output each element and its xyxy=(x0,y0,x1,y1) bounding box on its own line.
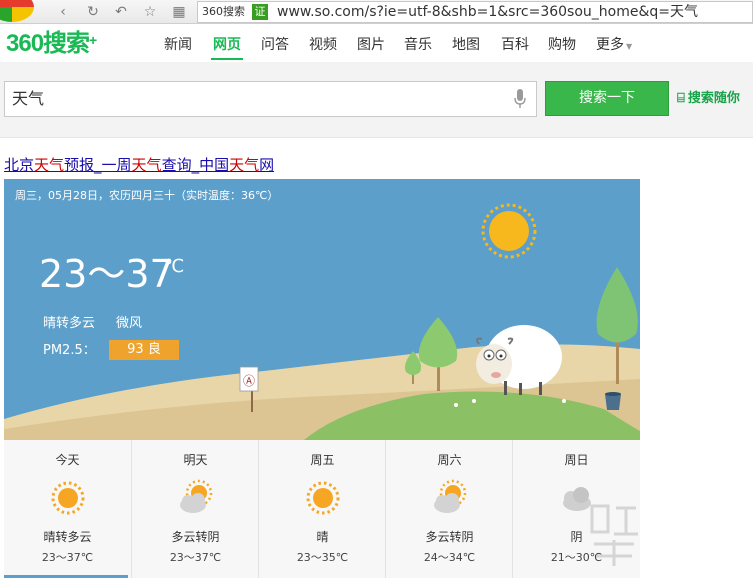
nav-item-images[interactable]: 图片 xyxy=(357,35,385,55)
title-part: 北京 xyxy=(4,156,35,174)
weather-condition: 晴转多云 xyxy=(43,316,96,331)
sun-illustration xyxy=(481,203,537,259)
nav-item-maps[interactable]: 地图 xyxy=(452,35,480,55)
title-highlight: 天气 xyxy=(229,156,260,174)
search-input[interactable]: 天气 xyxy=(4,81,537,117)
forecast-temp: 24～34℃ xyxy=(423,551,476,564)
partly-cloudy-icon xyxy=(180,479,213,513)
logo-plus-icon: + xyxy=(89,32,97,48)
forecast-day-name: 明天 xyxy=(183,453,208,467)
browser-toolbar: ‹ ↻ ↶ ☆ ▦ 360搜索 证 www.so.com/s?ie=utf-8&… xyxy=(0,0,753,24)
nav-item-news[interactable]: 新闻 xyxy=(164,35,192,55)
forecast-day-name: 周五 xyxy=(310,453,335,467)
title-highlight: 天气 xyxy=(131,156,162,174)
forecast-temp: 23～37℃ xyxy=(169,551,222,564)
partly-cloudy-icon xyxy=(434,479,467,513)
nav-item-baike[interactable]: 百科 xyxy=(501,35,529,55)
nav-item-web[interactable]: 网页 xyxy=(213,35,241,55)
nav-more-label: 更多 xyxy=(596,37,624,53)
browser-logo-icon xyxy=(0,0,34,22)
address-chip: 360搜索 xyxy=(202,5,245,18)
sign-text: Ⓐ xyxy=(243,374,255,388)
nav-item-shopping[interactable]: 购物 xyxy=(548,35,576,55)
title-part: 查询_中国 xyxy=(161,156,230,174)
address-bar[interactable]: 360搜索 证 www.so.com/s?ie=utf-8&shb=1&src=… xyxy=(197,1,753,23)
site-logo-text: 360搜索 xyxy=(6,30,90,57)
back-icon[interactable]: ‹ xyxy=(54,3,72,21)
nav-active-indicator xyxy=(211,58,243,60)
forecast-day[interactable]: 明天 多云转阴 23～37℃ xyxy=(131,440,258,578)
sun-icon xyxy=(306,481,340,515)
verified-badge-icon: 证 xyxy=(252,4,268,20)
nav-item-video[interactable]: 视频 xyxy=(309,35,337,55)
scan-icon: ⌸ xyxy=(677,91,685,106)
watermark-icon xyxy=(590,504,638,566)
forecast-day-name: 今天 xyxy=(55,453,80,467)
forecast-day[interactable]: 周五 晴 23～35℃ xyxy=(258,440,385,578)
refresh-icon[interactable]: ↻ xyxy=(84,3,102,21)
pm25-badge[interactable]: 93 良 xyxy=(109,340,179,360)
forecast-condition: 多云转阴 xyxy=(171,530,220,544)
address-url[interactable]: www.so.com/s?ie=utf-8&shb=1&src=360sou_h… xyxy=(277,4,698,21)
temperature-range: 23～37 xyxy=(39,252,174,296)
temperature-unit: ℃ xyxy=(164,256,185,277)
side-link-label: 搜索随你 xyxy=(687,91,740,106)
pm25-label: PM2.5： xyxy=(43,343,96,358)
wind-condition: 微风 xyxy=(116,316,143,331)
sun-icon xyxy=(51,481,85,515)
forecast-day[interactable]: 周六 多云转阴 24～34℃ xyxy=(385,440,512,578)
nav-item-qa[interactable]: 问答 xyxy=(261,35,289,55)
forecast-condition: 晴转多云 xyxy=(43,530,92,544)
site-logo[interactable]: 360搜索+ xyxy=(6,30,97,58)
microphone-icon[interactable] xyxy=(514,89,526,109)
forecast-temp: 23～37℃ xyxy=(41,551,94,564)
grid-icon[interactable]: ▦ xyxy=(170,3,188,21)
forecast-row: 今天 晴转多云 23～37℃ 明天 多云转阴 23～37℃ 周五 晴 23～35… xyxy=(4,440,640,578)
forecast-day-name: 周日 xyxy=(564,453,589,467)
undo-icon[interactable]: ↶ xyxy=(112,3,130,21)
forecast-day[interactable]: 今天 晴转多云 23～37℃ xyxy=(4,440,131,578)
star-icon[interactable]: ☆ xyxy=(141,3,159,21)
nav-item-more[interactable]: 更多 ▼ xyxy=(596,35,632,57)
forecast-temp: 23～35℃ xyxy=(296,551,349,564)
forecast-day-name: 周六 xyxy=(437,453,462,467)
chevron-down-icon: ▼ xyxy=(626,42,633,51)
search-with-you-link[interactable]: ⌸ 搜索随你 xyxy=(677,90,740,108)
title-part: 网 xyxy=(259,156,275,174)
forecast-condition: 多云转阴 xyxy=(425,530,474,544)
result-title-link[interactable]: 北京天气预报_一周天气查询_中国天气网 xyxy=(4,155,274,175)
weather-scene-illustration: Ⓐ xyxy=(4,203,640,440)
search-button[interactable]: 搜索一下 xyxy=(545,81,669,116)
title-part: 预报_一周 xyxy=(64,156,132,174)
nav-item-music[interactable]: 音乐 xyxy=(404,35,432,55)
bucket-illustration xyxy=(605,392,621,410)
title-highlight: 天气 xyxy=(34,156,65,174)
forecast-condition: 晴 xyxy=(316,530,329,544)
weather-date-line: 周三，05月28日，农历四月三十（实时温度：36℃） xyxy=(15,189,279,202)
weather-card[interactable]: Ⓐ 周三，05月28日，农历四月三十（实时温度：36℃） 23～37 ℃ 晴转多… xyxy=(4,179,640,440)
